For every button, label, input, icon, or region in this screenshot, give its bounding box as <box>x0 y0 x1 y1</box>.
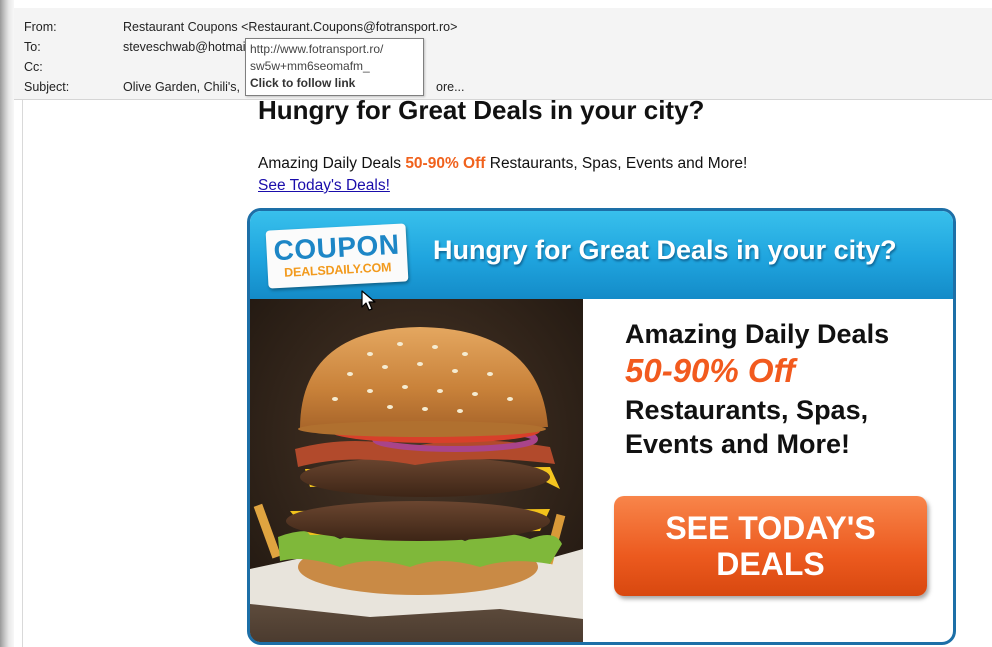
tagline-discount: 50-90% Off <box>405 155 486 172</box>
to-value[interactable]: steveschwab@hotmail. <box>123 38 252 56</box>
tagline-before: Amazing Daily Deals <box>258 155 406 172</box>
tagline-after: Restaurants, Spas, Events and More! <box>485 155 748 172</box>
banner-line-3: Restaurants, Spas, <box>625 395 869 425</box>
tooltip-url-line2: sw5w+mm6seomafm_ <box>250 59 370 73</box>
link-tooltip: http://www.fotransport.ro/ sw5w+mm6seoma… <box>245 38 424 96</box>
from-label: From: <box>24 20 57 34</box>
to-label: To: <box>24 40 41 54</box>
banner-header: COUPON DEALSDAILY.COM Hungry for Great D… <box>250 211 953 299</box>
burger-image <box>250 299 583 642</box>
from-value[interactable]: Restaurant Coupons <Restaurant.Coupons@f… <box>123 18 457 36</box>
cc-label: Cc: <box>24 60 43 74</box>
banner-line-4: Events and More! <box>625 429 851 459</box>
email-tagline: Amazing Daily Deals 50-90% Off Restauran… <box>258 155 747 173</box>
email-header: From: Restaurant Coupons <Restaurant.Cou… <box>14 8 992 100</box>
cta-line-1: SEE TODAY'S <box>665 510 876 546</box>
banner-discount: 50-90% Off <box>625 352 795 389</box>
email-headline: Hungry for Great Deals in your city? <box>258 95 705 125</box>
cta-line-2: DEALS <box>716 546 825 582</box>
see-todays-deals-button[interactable]: SEE TODAY'S DEALS <box>614 496 927 596</box>
arrow-cursor-icon <box>361 290 376 311</box>
content-divider <box>22 100 23 647</box>
tooltip-hint: Click to follow link <box>250 76 356 90</box>
see-todays-deals-link[interactable]: See Today's Deals! <box>258 177 390 195</box>
promo-banner[interactable]: COUPON DEALSDAILY.COM Hungry for Great D… <box>247 208 956 645</box>
tooltip-url-line1: http://www.fotransport.ro/ <box>250 42 384 56</box>
banner-headline: Hungry for Great Deals in your city? <box>433 235 897 265</box>
subject-value-end: ore... <box>436 80 465 94</box>
coupon-logo: COUPON DEALSDAILY.COM <box>265 223 409 289</box>
banner-line-1: Amazing Daily Deals <box>625 319 890 349</box>
subject-value-start: Olive Garden, Chili's, <box>123 80 241 94</box>
window-edge <box>0 0 14 647</box>
subject-label: Subject: <box>24 80 70 94</box>
